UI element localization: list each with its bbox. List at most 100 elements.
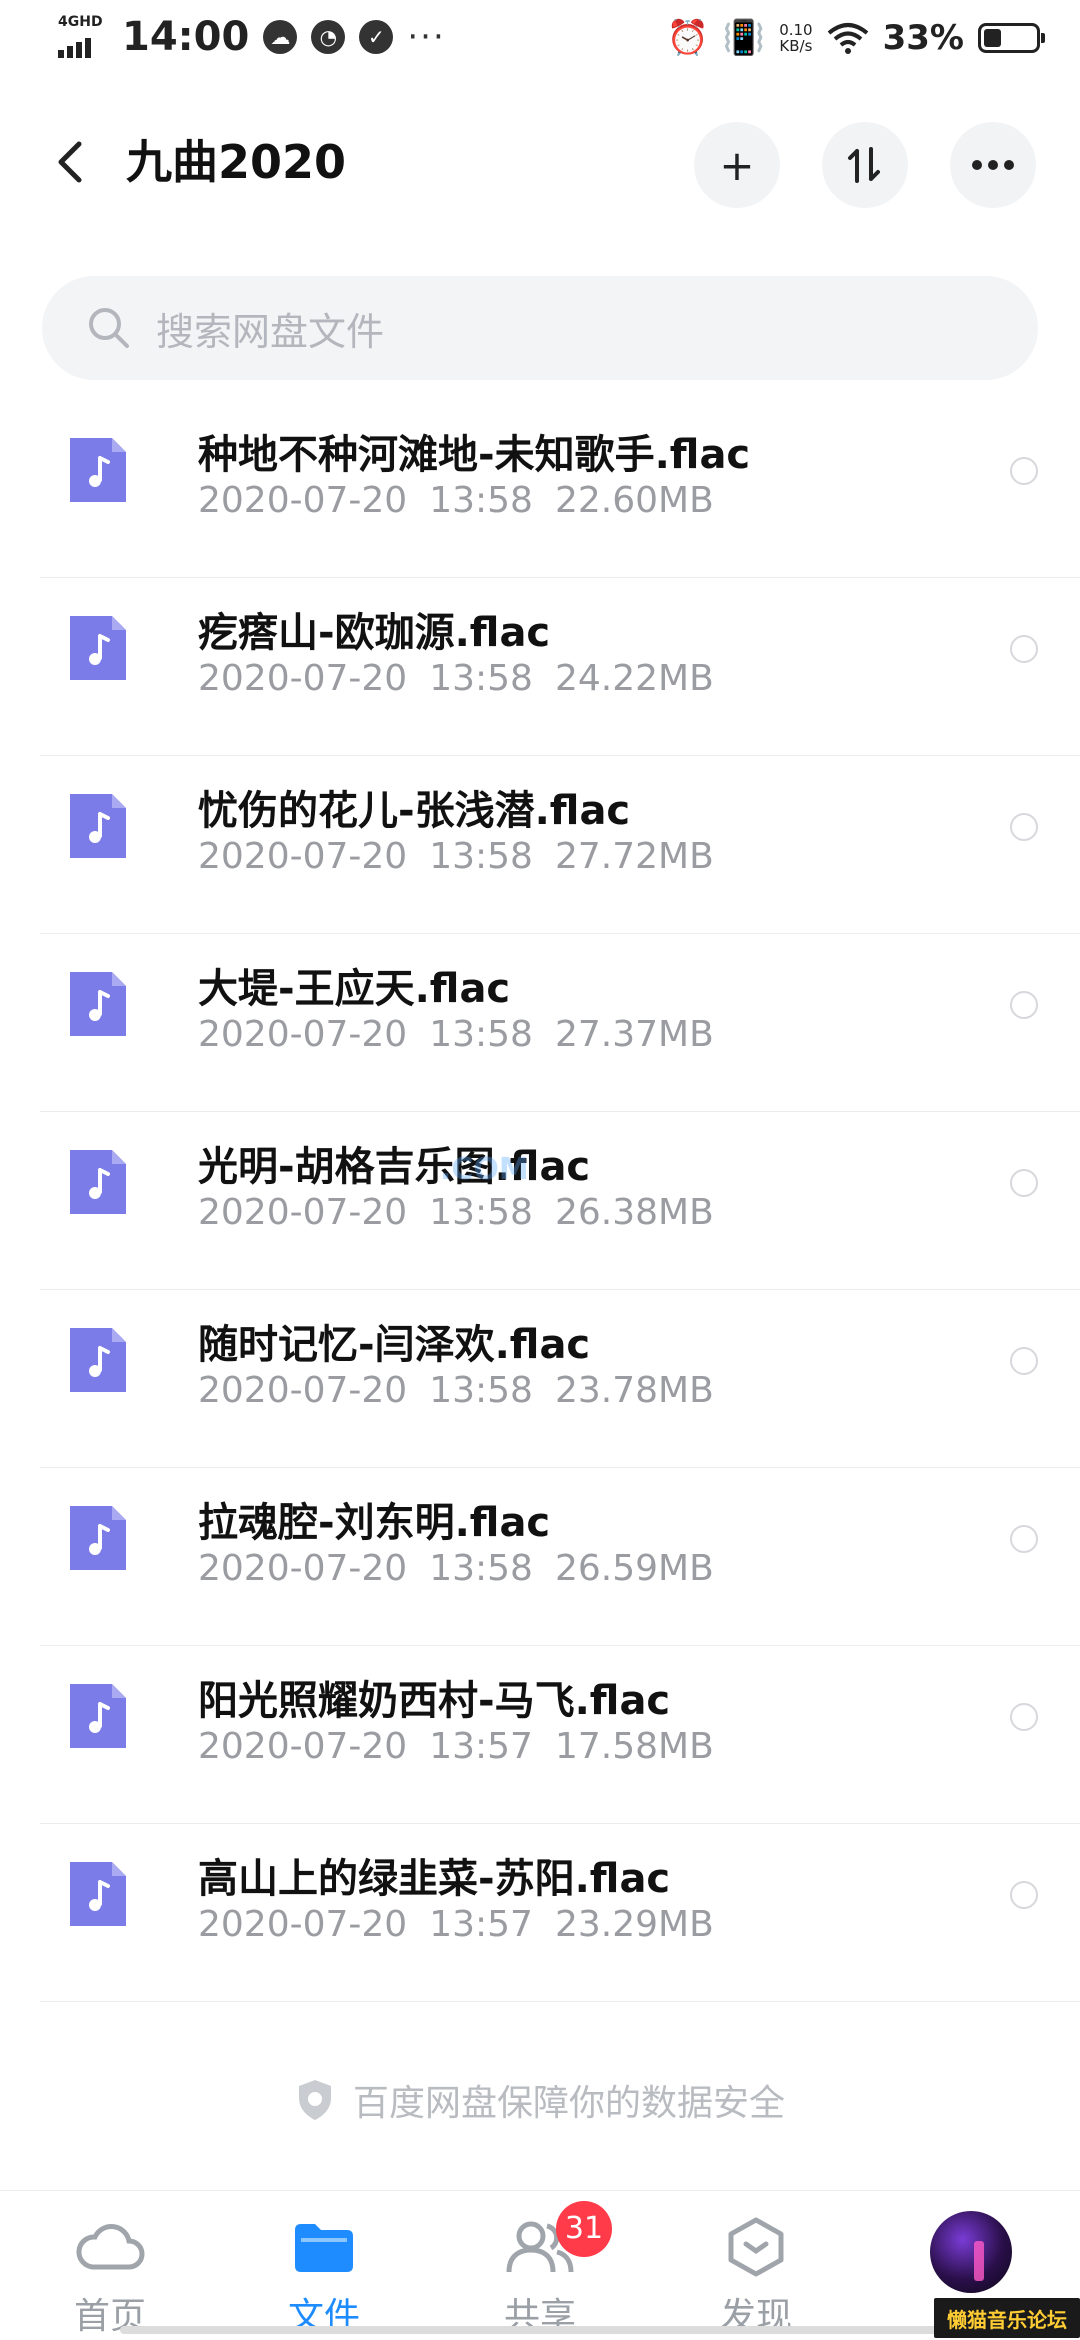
music-file-icon [70,1862,126,1926]
file-row[interactable]: 疙瘩山-欧珈源.flac 2020-07-20 13:58 24.22MB [0,578,1080,756]
battery-percent: 33% [882,18,964,58]
cloud-icon: ☁ [263,20,298,54]
more-button[interactable] [950,122,1036,208]
cloud-outline-icon [74,2211,146,2283]
nav-share[interactable]: 31 共享 [440,2191,640,2340]
file-row[interactable]: 大堤-王应天.flac 2020-07-20 13:58 27.37MB [0,934,1080,1112]
file-name: 光明-胡格吉乐图.flac [198,1144,591,1190]
security-note-text: 百度网盘保障你的数据安全 [352,2083,785,2124]
select-checkbox[interactable] [1010,991,1038,1019]
battery-icon [978,23,1045,53]
file-time: 13:57 [429,1904,533,1945]
music-file-icon [70,1150,126,1214]
file-row[interactable]: 高山上的绿韭菜-苏阳.flac 2020-07-20 13:57 23.29MB [0,1824,1080,2002]
nav-home[interactable]: 首页 [10,2191,210,2340]
file-meta: 2020-07-20 13:58 26.59MB [198,1548,714,1589]
status-left: 4GHD 14:00 ☁ ◔ ✓ ··· [58,14,446,60]
discover-icon [720,2211,792,2283]
file-list: 种地不种河滩地-未知歌手.flac 2020-07-20 13:58 22.60MB 疙… [0,400,1080,2002]
music-file-icon [70,1328,126,1392]
row-divider [40,2001,1080,2002]
file-meta: 2020-07-20 13:58 23.78MB [198,1370,714,1411]
file-time: 13:58 [429,1014,533,1055]
file-date: 2020-07-20 [198,480,408,521]
select-checkbox[interactable] [1010,1703,1038,1731]
file-meta: 2020-07-20 13:58 22.60MB [198,480,714,521]
file-name: 拉魂腔-刘东明.flac [198,1500,551,1546]
file-size: 26.59MB [554,1548,714,1589]
file-row[interactable]: 忧伤的花儿-张浅潜.flac 2020-07-20 13:58 27.72MB [0,756,1080,934]
signal-icon: 4GHD [58,14,108,60]
nav-discover[interactable]: 发现 [656,2191,856,2340]
back-button[interactable] [40,132,100,192]
file-time: 13:58 [429,1370,533,1411]
select-checkbox[interactable] [1010,1525,1038,1553]
sort-button[interactable] [822,122,908,208]
clock: 14:00 [122,14,250,60]
shield-icon [298,2080,331,2120]
folder-icon [288,2211,360,2283]
file-size: 23.29MB [554,1904,714,1945]
check-icon: ✓ [359,20,394,54]
image-watermark: .COM [440,1152,529,1187]
select-checkbox[interactable] [1010,1347,1038,1375]
vibrate-icon: 📳 [722,18,766,58]
file-size: 17.58MB [554,1726,714,1767]
file-meta: 2020-07-20 13:58 27.72MB [198,836,714,877]
file-row[interactable]: 阳光照耀奶西村-马飞.flac 2020-07-20 13:57 17.58MB [0,1646,1080,1824]
file-row[interactable]: 随时记忆-闫泽欢.flac 2020-07-20 13:58 23.78MB [0,1290,1080,1468]
file-time: 13:57 [429,1726,533,1767]
network-type: 4GHD [58,14,103,30]
file-time: 13:58 [429,480,533,521]
sort-icon [848,147,880,183]
search-input[interactable]: 搜索网盘文件 [42,276,1038,380]
file-date: 2020-07-20 [198,1014,408,1055]
bottom-nav: 首页 文件 31 共享 发现 [0,2190,1080,2340]
file-size: 24.22MB [554,658,714,699]
speed-unit: KB/s [779,37,813,55]
share-badge: 31 [556,2201,612,2257]
file-size: 27.37MB [554,1014,714,1055]
header: 九曲2020 + [0,110,1080,220]
search-icon [86,305,132,351]
security-note: 百度网盘保障你的数据安全 [0,2070,1080,2130]
nav-files[interactable]: 文件 [224,2191,424,2340]
battery-fill [984,29,1001,47]
file-time: 13:58 [429,658,533,699]
music-file-icon [70,794,126,858]
select-checkbox[interactable] [1010,635,1038,663]
select-checkbox[interactable] [1010,813,1038,841]
file-date: 2020-07-20 [198,836,408,877]
more-notifications-icon: ··· [407,17,446,57]
select-checkbox[interactable] [1010,1169,1038,1197]
file-size: 26.38MB [554,1192,714,1233]
file-size: 27.72MB [554,836,714,877]
file-date: 2020-07-20 [198,1904,408,1945]
home-indicator [120,2326,980,2334]
file-row[interactable]: 拉魂腔-刘东明.flac 2020-07-20 13:58 26.59MB [0,1468,1080,1646]
forum-watermark: 懒猫音乐论坛 [934,2298,1080,2338]
more-dots-icon [972,160,1014,170]
compass-icon: ◔ [311,20,346,54]
page-title: 九曲2020 [126,135,347,189]
avatar[interactable] [930,2211,1012,2293]
file-meta: 2020-07-20 13:58 27.37MB [198,1014,714,1055]
search-placeholder: 搜索网盘文件 [156,309,385,354]
file-size: 23.78MB [554,1370,714,1411]
music-file-icon [70,1684,126,1748]
file-name: 随时记忆-闫泽欢.flac [198,1322,591,1368]
file-name: 阳光照耀奶西村-马飞.flac [198,1678,671,1724]
file-row[interactable]: 光明-胡格吉乐图.flac 2020-07-20 13:58 26.38MB [0,1112,1080,1290]
network-speed: 0.10 KB/s [779,22,812,54]
file-time: 13:58 [429,1548,533,1589]
plus-icon: + [719,140,755,190]
speed-value: 0.10 [779,21,813,39]
file-meta: 2020-07-20 13:58 24.22MB [198,658,714,699]
file-row[interactable]: 种地不种河滩地-未知歌手.flac 2020-07-20 13:58 22.60MB [0,400,1080,578]
music-file-icon [70,438,126,502]
add-button[interactable]: + [694,122,780,208]
file-size: 22.60MB [554,480,714,521]
file-time: 13:58 [429,1192,533,1233]
select-checkbox[interactable] [1010,1881,1038,1909]
select-checkbox[interactable] [1010,457,1038,485]
